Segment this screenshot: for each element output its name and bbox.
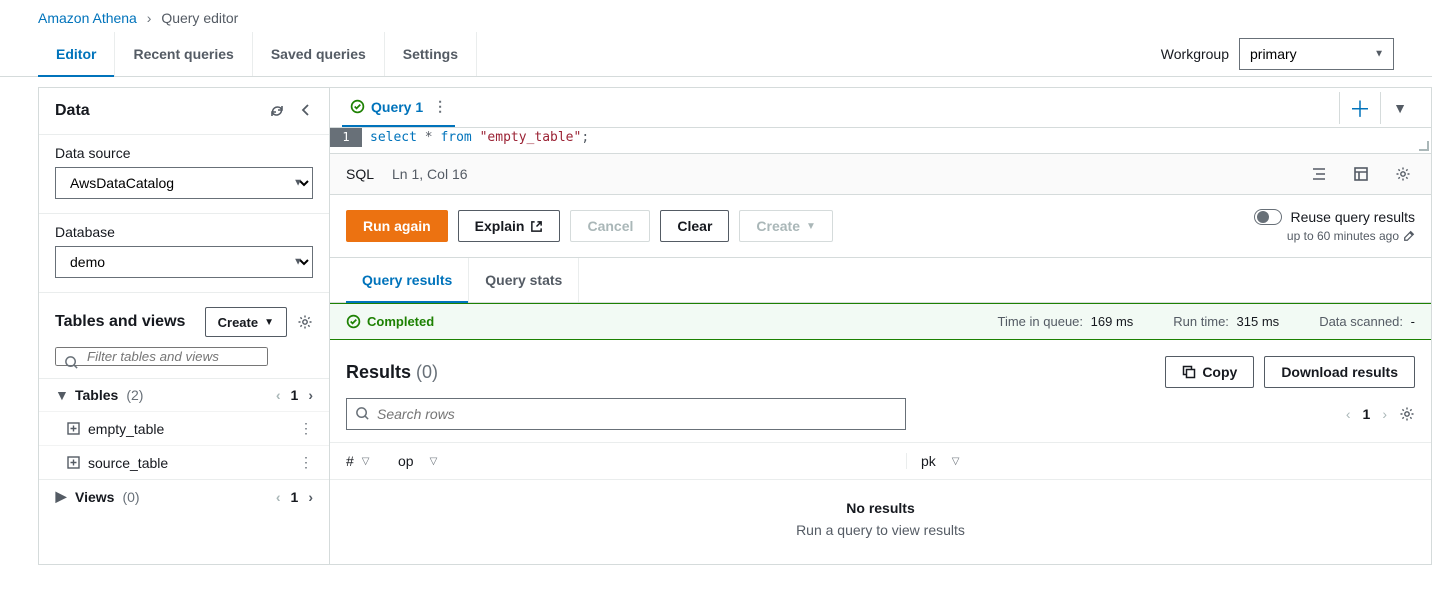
sidebar: Data Data source AwsDataCatalog Database: [38, 87, 330, 565]
kebab-icon[interactable]: ⋮: [299, 420, 313, 437]
chevron-left-icon[interactable]: ‹: [276, 489, 281, 505]
explain-button[interactable]: Explain: [458, 210, 561, 242]
chevron-right-icon[interactable]: ›: [308, 387, 313, 403]
reuse-results-toggle[interactable]: [1254, 209, 1282, 225]
table-item[interactable]: empty_table ⋮: [39, 411, 329, 445]
content: Query 1 ⋮ ＋ ▼ 1 select * from "empty_tab…: [330, 87, 1432, 565]
copy-results-button[interactable]: Copy: [1165, 356, 1254, 388]
success-icon: [346, 314, 361, 329]
layout-icon[interactable]: [1349, 162, 1373, 186]
kebab-icon[interactable]: ⋮: [299, 454, 313, 471]
collapse-sidebar-icon[interactable]: [299, 103, 313, 119]
query-tab-1[interactable]: Query 1 ⋮: [342, 88, 455, 127]
breadcrumb: Amazon Athena › Query editor: [0, 0, 1432, 32]
gear-icon[interactable]: [1391, 162, 1415, 186]
tab-settings[interactable]: Settings: [385, 32, 477, 76]
caret-right-icon: ▶: [55, 488, 67, 505]
workgroup-selector: Workgroup primary: [1161, 38, 1394, 70]
tables-views-title: Tables and views: [55, 313, 185, 331]
external-link-icon: [530, 220, 543, 233]
gear-icon[interactable]: [297, 314, 313, 330]
search-icon: [355, 406, 370, 421]
copy-icon: [1182, 365, 1196, 379]
tab-saved-queries[interactable]: Saved queries: [253, 32, 385, 76]
column-index[interactable]: # ▽: [346, 453, 398, 469]
results-table-header: # ▽ op ▽ pk ▽: [330, 443, 1431, 480]
refresh-icon[interactable]: [269, 103, 285, 119]
edit-icon[interactable]: [1403, 230, 1415, 242]
search-icon: [64, 355, 79, 370]
column-op[interactable]: op ▽: [398, 453, 892, 469]
kebab-icon[interactable]: ⋮: [433, 98, 447, 115]
results-title: Results (0): [346, 362, 438, 383]
table-item[interactable]: source_table ⋮: [39, 445, 329, 479]
database-label: Database: [55, 224, 313, 240]
tab-editor[interactable]: Editor: [38, 32, 115, 76]
cancel-button: Cancel: [570, 210, 650, 242]
workgroup-label: Workgroup: [1161, 46, 1229, 62]
chevron-right-icon[interactable]: ›: [308, 489, 313, 505]
caret-down-icon: ▼: [264, 317, 274, 328]
chevron-right-icon: ›: [147, 10, 152, 26]
database-select[interactable]: demo: [55, 246, 313, 278]
gear-icon[interactable]: [1399, 406, 1415, 422]
editor-language: SQL: [346, 166, 374, 182]
table-name: empty_table: [88, 421, 164, 437]
resize-handle-icon[interactable]: [1417, 139, 1431, 153]
top-tabs-bar: Editor Recent queries Saved queries Sett…: [0, 32, 1432, 77]
caret-down-icon: ▼: [806, 221, 816, 232]
results-page-number: 1: [1363, 406, 1371, 422]
chevron-left-icon[interactable]: ‹: [276, 387, 281, 403]
caret-down-icon: ▼: [55, 387, 67, 403]
table-expand-icon[interactable]: [67, 456, 80, 469]
tab-query-stats[interactable]: Query stats: [469, 258, 579, 302]
download-results-button[interactable]: Download results: [1264, 356, 1415, 388]
add-query-tab-button[interactable]: ＋: [1339, 92, 1381, 124]
tab-recent-queries[interactable]: Recent queries: [115, 32, 252, 76]
workgroup-select[interactable]: primary: [1239, 38, 1394, 70]
reuse-results-label: Reuse query results: [1290, 209, 1415, 225]
format-icon[interactable]: [1307, 162, 1331, 186]
line-number: 1: [330, 128, 362, 147]
run-button[interactable]: Run again: [346, 210, 448, 242]
tables-group[interactable]: ▼ Tables (2) ‹ 1 ›: [39, 378, 329, 411]
data-source-label: Data source: [55, 145, 313, 161]
breadcrumb-current: Query editor: [161, 10, 238, 26]
query-tab-menu-button[interactable]: ▼: [1381, 92, 1419, 124]
query-status-banner: Completed Time in queue: 169 ms Run time…: [330, 303, 1431, 340]
search-rows-input[interactable]: [346, 398, 906, 430]
tab-query-results[interactable]: Query results: [346, 258, 469, 302]
create-button: Create ▼: [739, 210, 833, 242]
sort-icon[interactable]: ▽: [362, 456, 370, 467]
table-name: source_table: [88, 455, 168, 471]
create-table-view-button[interactable]: Create ▼: [205, 307, 287, 337]
success-icon: [350, 99, 365, 114]
results-empty-state: No results Run a query to view results: [330, 480, 1431, 564]
sort-icon[interactable]: ▽: [430, 456, 438, 467]
chevron-left-icon[interactable]: ‹: [1346, 406, 1351, 422]
chevron-right-icon[interactable]: ›: [1382, 406, 1387, 422]
sidebar-title: Data: [55, 102, 90, 120]
sql-editor[interactable]: 1 select * from "empty_table";: [330, 128, 1431, 154]
sort-icon[interactable]: ▽: [952, 456, 960, 467]
reuse-results-sub: up to 60 minutes ago: [1287, 229, 1399, 243]
column-pk[interactable]: pk ▽: [921, 453, 1415, 469]
filter-tables-input[interactable]: [55, 347, 268, 366]
data-source-select[interactable]: AwsDataCatalog: [55, 167, 313, 199]
breadcrumb-root[interactable]: Amazon Athena: [38, 10, 137, 26]
editor-cursor-position: Ln 1, Col 16: [392, 166, 468, 182]
table-expand-icon[interactable]: [67, 422, 80, 435]
views-group[interactable]: ▶ Views (0) ‹ 1 ›: [39, 479, 329, 513]
clear-button[interactable]: Clear: [660, 210, 729, 242]
